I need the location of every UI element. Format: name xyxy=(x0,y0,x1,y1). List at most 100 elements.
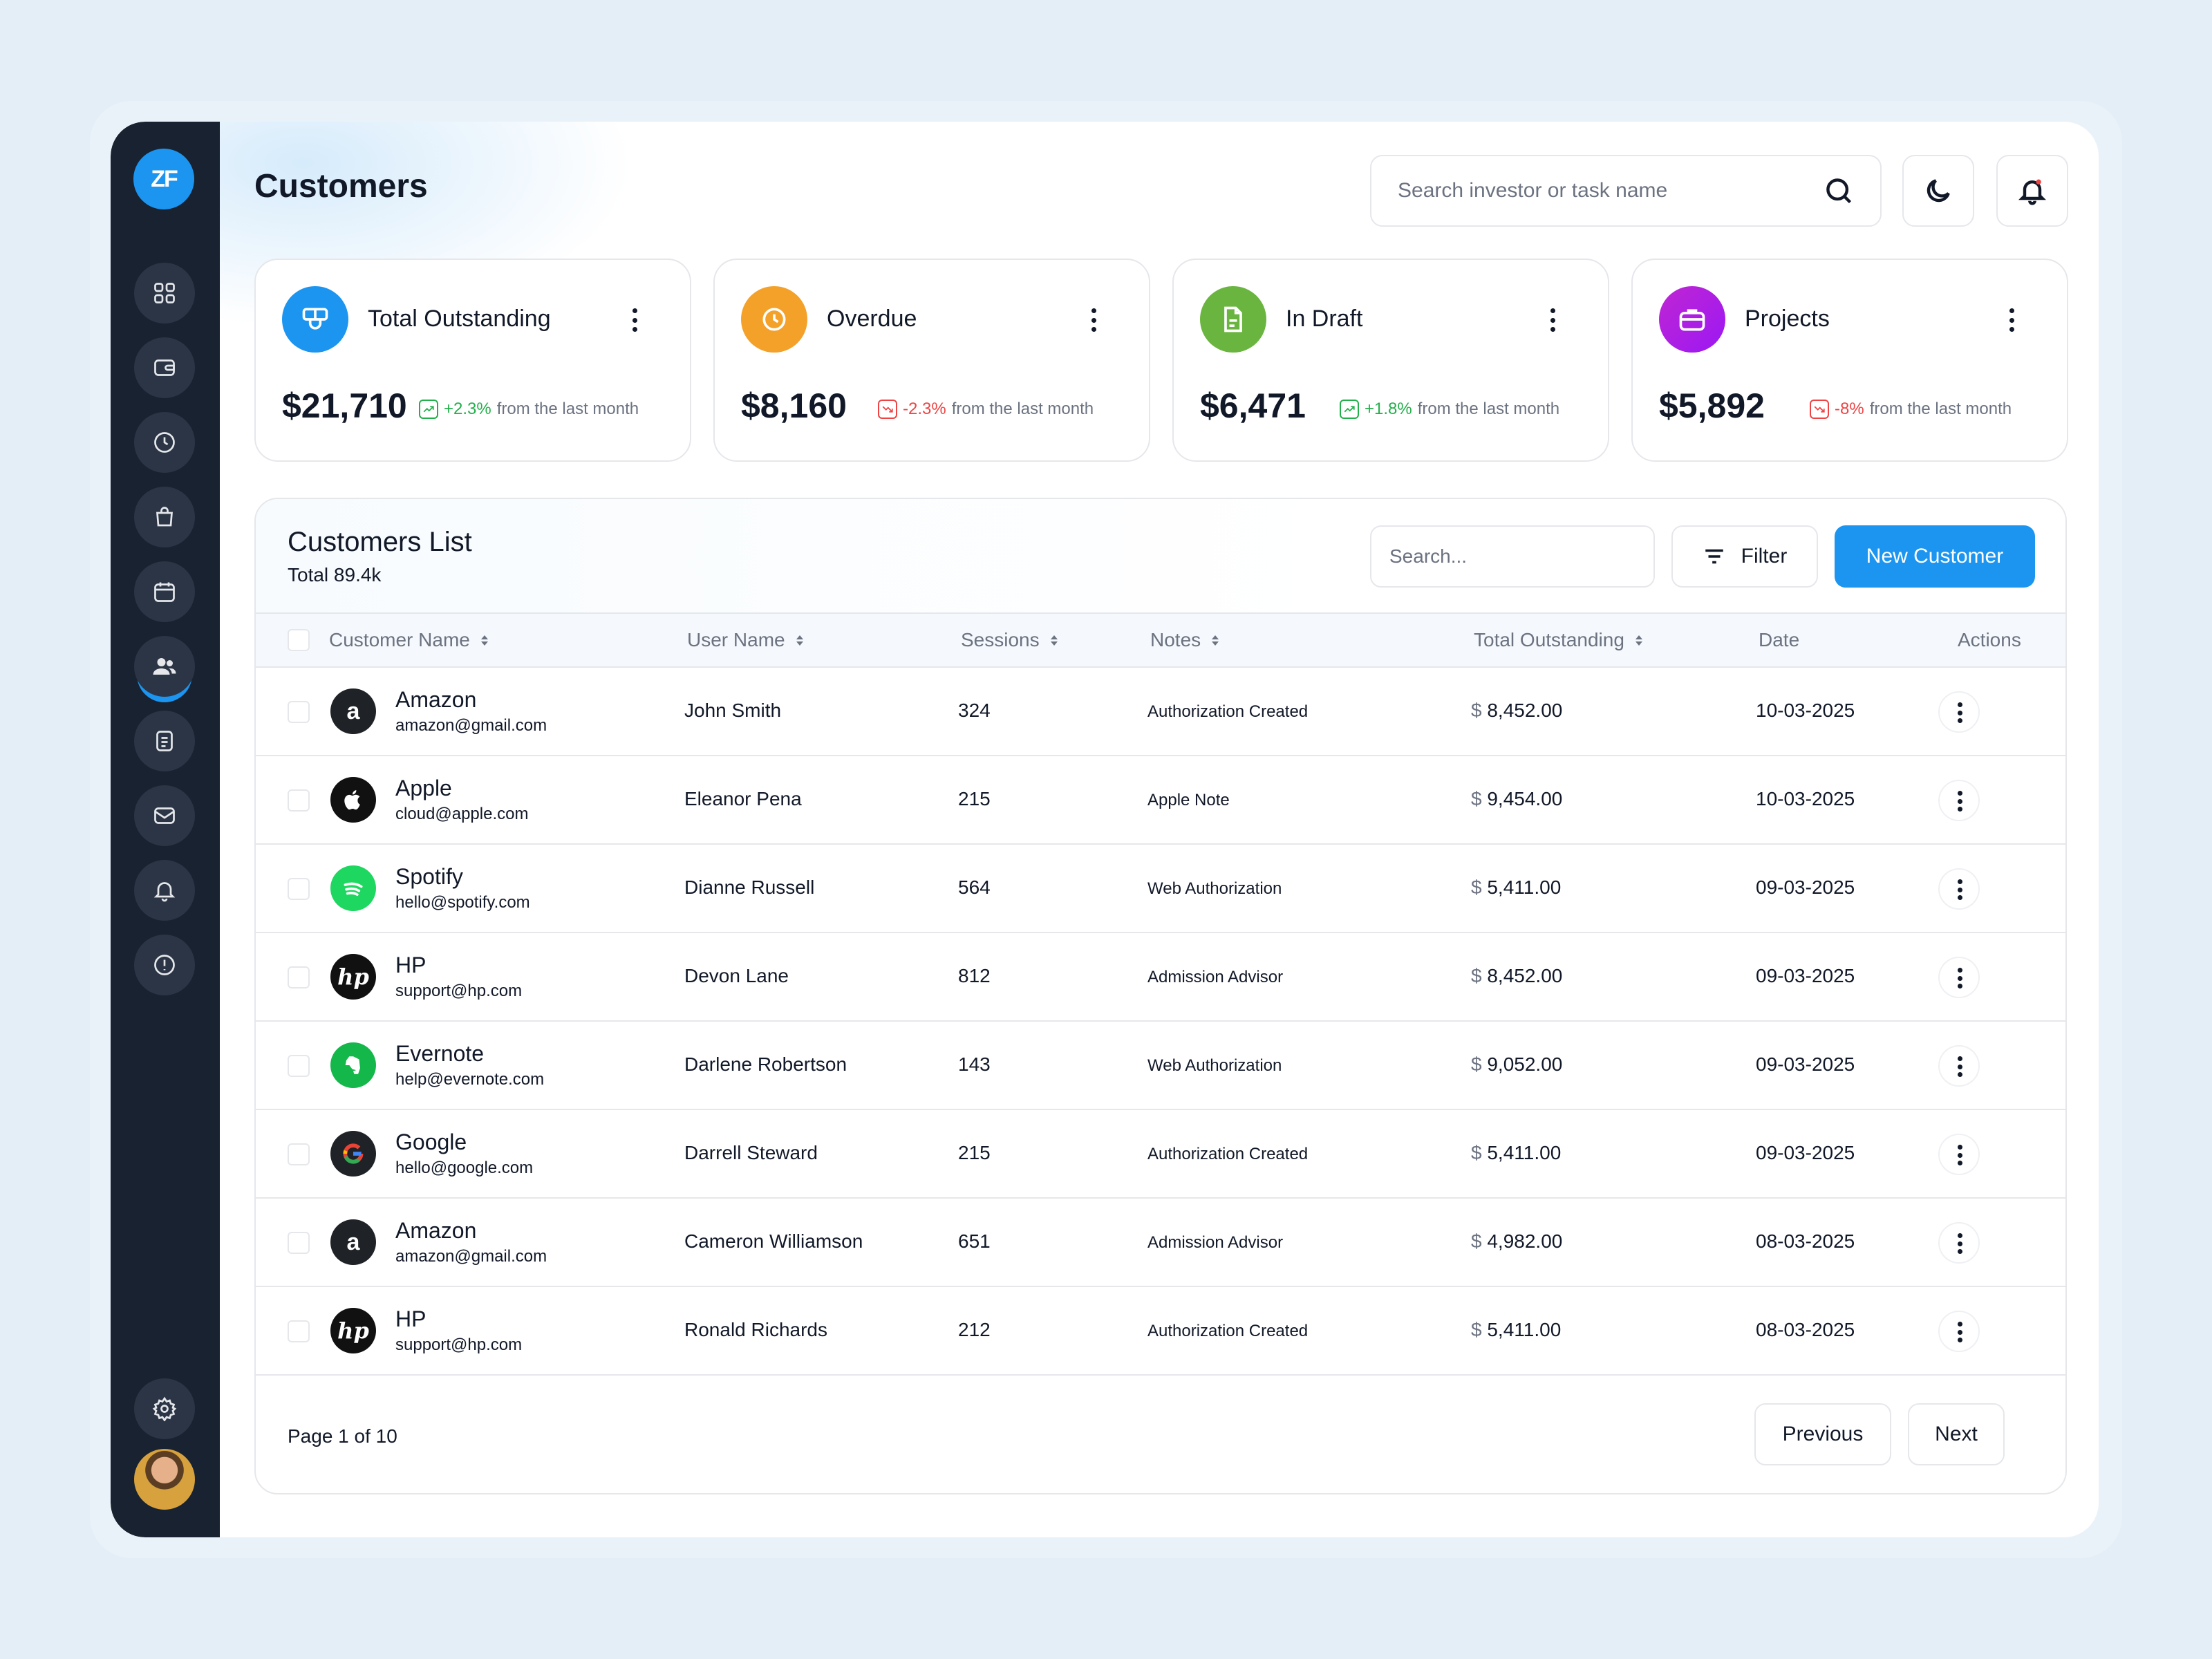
table-row[interactable]: hp HP support@hp.com Devon Lane 812 Admi… xyxy=(256,933,2065,1022)
filter-button[interactable]: Filter xyxy=(1671,525,1818,588)
sidebar-item-customers[interactable] xyxy=(134,636,195,697)
user-name: Darrell Steward xyxy=(684,1142,818,1163)
stat-value: $21,710 xyxy=(282,386,407,425)
date: 09-03-2025 xyxy=(1756,1053,1855,1075)
bell-icon xyxy=(153,882,176,902)
more-options-icon[interactable] xyxy=(1087,308,1100,332)
theme-toggle-button[interactable] xyxy=(1902,155,1974,227)
notes: Admission Advisor xyxy=(1147,1233,1284,1252)
avatar[interactable] xyxy=(134,1449,195,1510)
more-options-icon[interactable] xyxy=(1546,308,1559,332)
table-row[interactable]: Evernote help@evernote.com Darlene Rober… xyxy=(256,1022,2065,1110)
sidebar-item-dashboard[interactable] xyxy=(134,263,195,324)
list-search-box[interactable] xyxy=(1370,525,1655,588)
row-checkbox[interactable] xyxy=(288,789,310,812)
clock-icon xyxy=(154,432,175,453)
row-checkbox[interactable] xyxy=(288,1232,310,1254)
customer-name: Evernote xyxy=(395,1041,485,1066)
sidebar-item-wallet[interactable] xyxy=(134,337,195,398)
table-row[interactable]: hp HP support@hp.com Ronald Richards 212… xyxy=(256,1287,2065,1376)
total-outstanding: $ 8,452.00 xyxy=(1471,965,1563,986)
row-checkbox[interactable] xyxy=(288,701,310,723)
total-outstanding: $ 5,411.00 xyxy=(1471,877,1562,898)
customer-email: support@hp.com xyxy=(395,982,523,1000)
previous-button[interactable]: Previous xyxy=(1754,1403,1891,1465)
table-row[interactable]: a Amazon amazon@gmail.com John Smith 324… xyxy=(256,668,2065,756)
row-checkbox[interactable] xyxy=(288,966,310,988)
pagination-text: Page 1 of 10 xyxy=(288,1425,397,1447)
total-outstanding: $ 9,454.00 xyxy=(1471,788,1563,809)
spotify-logo-icon xyxy=(330,865,376,911)
sidebar-item-history[interactable] xyxy=(134,412,195,473)
sidebar-item-documents[interactable] xyxy=(134,711,195,771)
sidebar-item-notifications[interactable] xyxy=(134,860,195,921)
column-header-date: Date xyxy=(1759,629,1800,650)
sort-icon xyxy=(1635,635,1642,646)
row-checkbox[interactable] xyxy=(288,1143,310,1165)
row-actions-button[interactable] xyxy=(1938,1045,1980,1087)
users-icon xyxy=(153,658,176,675)
user-name: Ronald Richards xyxy=(684,1319,827,1340)
top-search-box[interactable] xyxy=(1370,155,1882,227)
date: 09-03-2025 xyxy=(1756,965,1855,986)
date: 09-03-2025 xyxy=(1756,1142,1855,1163)
sidebar: ZF xyxy=(111,122,220,1537)
select-all-checkbox[interactable] xyxy=(288,629,310,651)
notification-button[interactable] xyxy=(1996,155,2068,227)
trend-up-icon xyxy=(1340,400,1359,419)
briefcase-icon xyxy=(1659,286,1725,353)
sessions-count: 812 xyxy=(958,965,991,986)
row-actions-button[interactable] xyxy=(1938,957,1980,998)
row-actions-button[interactable] xyxy=(1938,691,1980,733)
date: 10-03-2025 xyxy=(1756,700,1855,721)
column-header-customer-name[interactable]: Customer Name xyxy=(329,629,488,651)
customer-name: Google xyxy=(395,1130,467,1154)
stat-value: $8,160 xyxy=(741,386,847,425)
column-header-total-outstanding[interactable]: Total Outstanding xyxy=(1474,629,1642,651)
brand-logo[interactable]: ZF xyxy=(133,149,194,209)
column-header-user-name[interactable]: User Name xyxy=(687,629,803,651)
top-search-input[interactable] xyxy=(1398,179,1824,203)
row-actions-button[interactable] xyxy=(1938,780,1980,821)
table-row[interactable]: a Amazon amazon@gmail.com Cameron Willia… xyxy=(256,1199,2065,1287)
user-name: Eleanor Pena xyxy=(684,788,802,809)
customer-email: cloud@apple.com xyxy=(395,805,529,823)
notes: Authorization Created xyxy=(1147,1145,1309,1163)
bag-icon xyxy=(156,507,173,527)
stat-value: $6,471 xyxy=(1200,386,1306,425)
row-checkbox[interactable] xyxy=(288,878,310,900)
sidebar-item-mail[interactable] xyxy=(134,785,195,846)
app-window: ZF Customers Search investor or task nam… xyxy=(111,122,2099,1537)
next-button[interactable]: Next xyxy=(1908,1403,2005,1465)
row-checkbox[interactable] xyxy=(288,1055,310,1077)
row-actions-button[interactable] xyxy=(1938,868,1980,910)
row-actions-button[interactable] xyxy=(1938,1222,1980,1264)
stat-label: Projects xyxy=(1745,306,1830,332)
sessions-count: 651 xyxy=(958,1230,991,1252)
evernote-logo-icon xyxy=(330,1042,376,1088)
alert-icon xyxy=(154,955,175,975)
row-actions-button[interactable] xyxy=(1938,1134,1980,1175)
search-icon[interactable] xyxy=(1824,176,1854,206)
table-row[interactable]: Spotify hello@spotify.com Dianne Russell… xyxy=(256,845,2065,933)
list-search-input[interactable] xyxy=(1389,545,1639,568)
row-actions-button[interactable] xyxy=(1938,1311,1980,1352)
sidebar-item-info[interactable] xyxy=(134,935,195,995)
table-row[interactable]: Google hello@google.com Darrell Steward … xyxy=(256,1110,2065,1199)
column-header-notes[interactable]: Notes xyxy=(1150,629,1219,651)
column-header-sessions[interactable]: Sessions xyxy=(961,629,1058,651)
more-options-icon[interactable] xyxy=(2005,308,2018,332)
sidebar-item-shop[interactable] xyxy=(134,487,195,547)
settings-button[interactable] xyxy=(134,1378,195,1439)
column-header-actions: Actions xyxy=(1958,629,2021,650)
date: 09-03-2025 xyxy=(1756,877,1855,898)
customer-email: support@hp.com xyxy=(395,1335,523,1354)
row-checkbox[interactable] xyxy=(288,1320,310,1342)
table-row[interactable]: Apple cloud@apple.com Eleanor Pena 215 A… xyxy=(256,756,2065,845)
more-options-icon[interactable] xyxy=(628,308,641,332)
customer-email: hello@google.com xyxy=(395,1159,534,1177)
customer-name: HP xyxy=(395,953,427,977)
user-name: John Smith xyxy=(684,700,782,721)
new-customer-button[interactable]: New Customer xyxy=(1835,525,2035,588)
sidebar-item-calendar[interactable] xyxy=(134,561,195,622)
